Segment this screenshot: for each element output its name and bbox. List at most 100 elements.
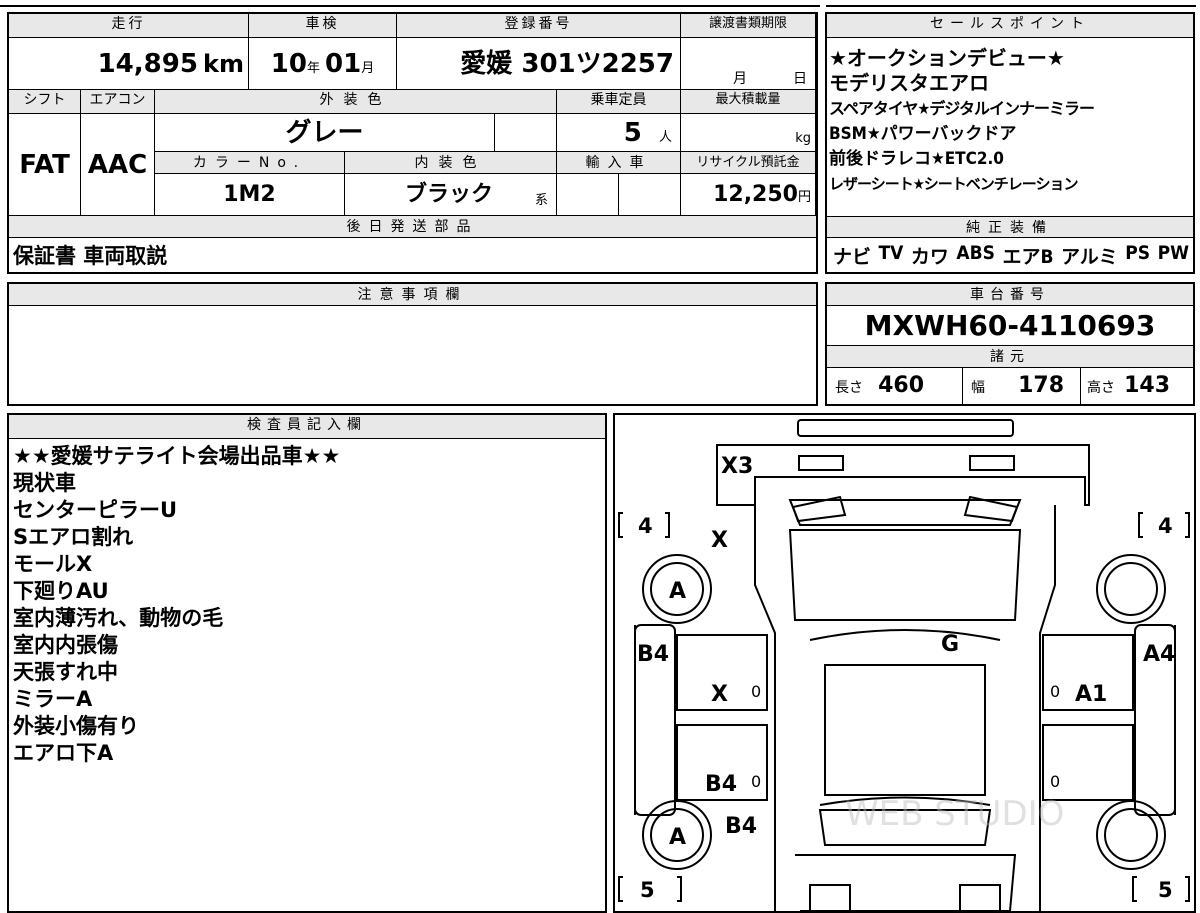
shift-value: FAT — [19, 150, 70, 180]
color-no-value: 1M2 — [223, 182, 276, 207]
capacity-cell: 5 人 — [557, 114, 681, 152]
inspector-note-line: センターピラーU — [13, 498, 178, 522]
zero-mark-right-front: 0 — [1050, 682, 1060, 701]
spec-width-cell: 幅 178 — [963, 368, 1081, 404]
spec-length-label: 長さ — [835, 380, 863, 396]
sales-point-line: スペアタイヤ★デジタルインナーミラー — [829, 99, 1095, 118]
roof-curve-top — [809, 629, 1001, 641]
inspector-note-line: エアロ下A — [13, 741, 114, 765]
inspector-note-line: 天張すれ中 — [13, 660, 118, 684]
inspector-note-line: ミラーA — [13, 687, 93, 711]
tire-depth-front-left: 4 — [638, 514, 653, 538]
sales-points-list: ★オークションデビュー★ モデリスタエアロ スペアタイヤ★デジタルインナーミラー… — [829, 46, 1191, 197]
spec-height-cell: 高さ 143 — [1081, 368, 1193, 404]
rear-lamp-right — [969, 455, 1015, 471]
front-lamp-left — [809, 884, 851, 911]
mark-tire-front-left: A — [669, 579, 686, 604]
spec-width-label: 幅 — [971, 380, 985, 396]
chassis-cell: MXWH60-4110693 — [827, 306, 1193, 346]
trunk-lid — [788, 529, 1022, 621]
inspection-cell: 10年 01月 — [249, 38, 397, 90]
transfer-deadline-cell: 月 日 — [681, 38, 816, 90]
car-diagram: WEB STUDIO X3 X A G B4 A4 X A1 B4 B4 A 4… — [618, 419, 1190, 911]
inspector-note-line: Sエアロ割れ — [13, 525, 134, 549]
mileage-label: 走行 — [9, 14, 249, 38]
delivery-parts-value: 保証書 車両取説 — [13, 244, 168, 268]
spec-length-cell: 長さ 460 — [827, 368, 963, 404]
interior-color-label: 内装色 — [345, 152, 557, 174]
tire-front-right-inner — [1104, 562, 1158, 616]
max-load-label: 最大積載量 — [681, 90, 816, 114]
mark-left-front-door: X — [711, 682, 728, 707]
mark-roof: G — [941, 632, 959, 657]
inspector-note-line: モールX — [13, 552, 93, 576]
tire-rear-right — [1096, 800, 1166, 870]
capacity-label: 乗車定員 — [557, 90, 681, 114]
transfer-day-unit: 日 — [793, 71, 807, 87]
sales-points-label: セールスポイント — [827, 14, 1193, 38]
shift-cell: FAT — [9, 114, 81, 216]
tire-front-right — [1096, 554, 1166, 624]
bracket-fl-left — [618, 512, 623, 538]
rear-bumper — [797, 419, 1014, 437]
top-cutoff-strip — [0, 0, 1200, 8]
inspector-note-line: ★★愛媛サテライト会場出品車★★ — [13, 444, 341, 468]
mark-tire-rear-left: A — [669, 825, 686, 850]
mark-left-rear-lower: B4 — [725, 814, 757, 839]
equipment-item: ナビ — [833, 246, 872, 268]
delivery-parts-value-cell: 保証書 車両取説 — [13, 240, 813, 270]
left-sill — [677, 709, 767, 726]
chassis-specs-box: 車台番号 MXWH60-4110693 諸元 長さ 460 幅 178 高さ 1… — [825, 282, 1195, 406]
color-no-label: カラーNo. — [155, 152, 345, 174]
bracket-rr-left — [1132, 876, 1137, 902]
watermark: WEB STUDIO — [845, 794, 1064, 834]
shift-label: シフト — [9, 90, 81, 114]
vehicle-info-grid: 走行 車検 登録番号 譲渡書類期限 14,895 km 10年 01月 愛媛 3… — [7, 12, 818, 274]
max-load-unit: kg — [795, 131, 811, 146]
exterior-color-extra-cell — [495, 114, 557, 152]
inspector-notes-box: 検査員記入欄 ★★愛媛サテライト会場出品車★★ 現状車 センターピラーU Sエア… — [7, 413, 607, 913]
recycle-cell: 12,250円 — [681, 174, 816, 216]
sales-point-line: 前後ドラレコ★ETC2.0 — [829, 149, 1004, 169]
bracket-rl-left — [618, 876, 623, 902]
body-outline-left — [754, 505, 776, 911]
zero-mark-right-rear: 0 — [1050, 772, 1060, 791]
tire-depth-rear-right: 5 — [1158, 878, 1173, 902]
exterior-color-cell: グレー — [155, 114, 495, 152]
chassis-value: MXWH60-4110693 — [864, 309, 1156, 342]
transfer-month-unit: 月 — [733, 71, 747, 87]
hood — [795, 854, 1017, 911]
equipment-list: ナビ TV カワ ABS エアB アルミ PS PW — [833, 242, 1189, 269]
tire-rear-right-inner — [1104, 808, 1158, 862]
interior-color-suffix: 系 — [535, 193, 549, 208]
zero-mark-left-front: 0 — [751, 682, 761, 701]
transfer-deadline-label: 譲渡書類期限 — [681, 14, 816, 38]
mark-right-front-door: A1 — [1075, 682, 1107, 707]
inspector-note-line: 外装小傷有り — [13, 714, 139, 738]
sales-point-line: ★オークションデビュー★ — [829, 46, 1065, 70]
bracket-fl-right — [665, 512, 670, 538]
roof-panel — [824, 664, 986, 796]
mark-left-front-panel: B4 — [637, 642, 669, 667]
mark-front-left-upper: X — [711, 528, 728, 553]
tire-depth-front-right: 4 — [1158, 514, 1173, 538]
equipment-item: アルミ — [1060, 246, 1118, 268]
recycle-value: 12,250 — [713, 182, 798, 207]
zero-mark-left-rear: 0 — [751, 772, 761, 791]
aircon-label: エアコン — [81, 90, 155, 114]
inspection-label: 車検 — [249, 14, 397, 38]
rear-lamp-left — [798, 455, 844, 471]
spec-height-value: 143 — [1124, 373, 1171, 398]
registration-label: 登録番号 — [397, 14, 681, 38]
inspection-month-unit: 月 — [361, 61, 375, 76]
bracket-rl-right — [677, 876, 682, 902]
registration-cell: 愛媛 301ツ2257 — [397, 38, 681, 90]
chassis-label: 車台番号 — [827, 284, 1193, 306]
import-cell-right — [619, 174, 681, 216]
equipment-item: エアB — [1002, 246, 1054, 268]
specs-label: 諸元 — [827, 346, 1193, 368]
aircon-cell: AAC — [81, 114, 155, 216]
bracket-fr-left — [1138, 512, 1143, 538]
inspector-note-line: 下廻りAU — [13, 579, 109, 603]
rear-body-outline — [716, 444, 1090, 506]
